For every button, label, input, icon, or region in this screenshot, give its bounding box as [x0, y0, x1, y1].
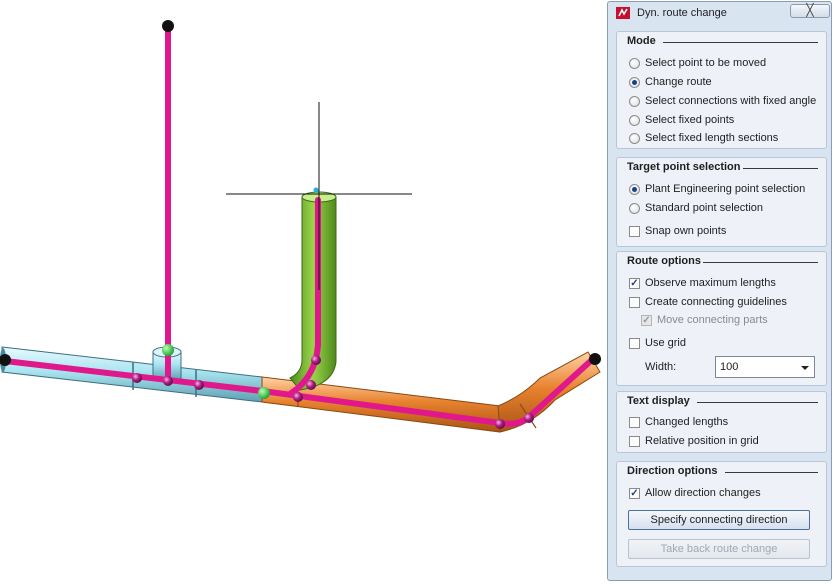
direction-options-title: Direction options: [627, 465, 718, 477]
radio-label: Plant Engineering point selection: [645, 183, 806, 195]
take-back-route-change-button: Take back route change: [628, 539, 810, 559]
mode-group: Mode Select point to be moved Change rou…: [616, 31, 827, 149]
radio-plant-engineering[interactable]: Plant Engineering point selection: [629, 181, 805, 197]
text-display-title: Text display: [627, 395, 690, 407]
width-row: Width: 100: [629, 356, 819, 378]
radio-fixed-length[interactable]: Select fixed length sections: [629, 130, 778, 146]
checkbox[interactable]: [629, 296, 640, 308]
checkbox[interactable]: ✓: [629, 277, 640, 289]
checkbox-relative-position[interactable]: Relative position in grid: [629, 433, 759, 449]
radio-label: Select fixed length sections: [645, 132, 779, 144]
pipe-route-drawing: [0, 20, 601, 433]
radio-fixed-angle[interactable]: Select connections with fixed angle: [629, 93, 816, 109]
checkbox: ✓: [641, 314, 652, 326]
checkbox-connecting-guidelines[interactable]: Create connecting guidelines: [629, 294, 787, 310]
radio-label: Standard point selection: [645, 202, 764, 214]
radio-label: Change route: [645, 76, 712, 88]
radio-label: Select connections with fixed angle: [645, 95, 817, 107]
dialog-title: Dyn. route change: [637, 7, 727, 19]
radio-label: Select fixed points: [645, 114, 735, 126]
dyn-route-change-dialog: Dyn. route change ╳ Mode Select point to…: [607, 1, 832, 581]
checkbox-changed-lengths[interactable]: Changed lengths: [629, 414, 728, 430]
specify-direction-button[interactable]: Specify connecting direction: [628, 510, 810, 530]
radio-button[interactable]: [629, 202, 640, 214]
width-value: 100: [720, 361, 739, 373]
radio-change-route[interactable]: Change route: [629, 74, 712, 90]
checkbox-label: Create connecting guidelines: [645, 296, 787, 308]
radio-select-point[interactable]: Select point to be moved: [629, 55, 766, 71]
route-options-title: Route options: [627, 255, 701, 267]
divider: [703, 262, 818, 263]
checkbox-move-connecting-parts: ✓ Move connecting parts: [641, 312, 768, 328]
divider: [743, 168, 818, 169]
checkbox-use-grid[interactable]: Use grid: [629, 335, 686, 351]
checkbox-label: Relative position in grid: [645, 435, 759, 447]
route-options-group: Route options ✓ Observe maximum lengths …: [616, 251, 827, 386]
mode-title: Mode: [627, 35, 656, 47]
divider: [697, 402, 818, 403]
checkbox[interactable]: [629, 225, 640, 237]
checkbox[interactable]: ✓: [629, 487, 640, 499]
checkbox[interactable]: [629, 435, 640, 447]
checkbox-label: Changed lengths: [645, 416, 729, 428]
checkbox[interactable]: [629, 337, 640, 349]
checkbox-allow-direction-changes[interactable]: ✓ Allow direction changes: [629, 485, 761, 501]
chevron-down-icon[interactable]: [801, 366, 809, 370]
text-display-group: Text display Changed lengths Relative po…: [616, 391, 827, 453]
crosshair-cursor: [226, 102, 412, 290]
radio-fixed-points[interactable]: Select fixed points: [629, 112, 734, 128]
app-logo-icon: [616, 7, 630, 19]
direction-options-group: Direction options ✓ Allow direction chan…: [616, 461, 827, 567]
checkbox[interactable]: [629, 416, 640, 428]
target-title: Target point selection: [627, 161, 741, 173]
close-icon: ╳: [806, 3, 814, 17]
radio-standard-point[interactable]: Standard point selection: [629, 200, 763, 216]
radio-button[interactable]: [629, 132, 640, 144]
radio-button[interactable]: [629, 114, 640, 126]
checkbox-label: Allow direction changes: [645, 487, 761, 499]
checkbox-label: Use grid: [645, 337, 686, 349]
radio-label: Select point to be moved: [645, 57, 767, 69]
viewport-3d[interactable]: [0, 0, 606, 583]
checkbox-observe-max-lengths[interactable]: ✓ Observe maximum lengths: [629, 275, 776, 291]
radio-button[interactable]: [629, 57, 640, 69]
checkbox-label: Observe maximum lengths: [645, 277, 776, 289]
divider: [725, 472, 818, 473]
width-dropdown[interactable]: 100: [715, 356, 815, 378]
radio-button[interactable]: [629, 95, 640, 107]
target-point-group: Target point selection Plant Engineering…: [616, 157, 827, 247]
dialog-titlebar[interactable]: Dyn. route change ╳: [608, 2, 831, 24]
cursor-snap-marker: [313, 187, 319, 193]
radio-button[interactable]: [629, 183, 640, 195]
close-button[interactable]: ╳: [790, 3, 830, 18]
divider: [663, 42, 818, 43]
radio-button[interactable]: [629, 76, 640, 88]
checkbox-snap-own-points[interactable]: Snap own points: [629, 223, 726, 239]
checkbox-label: Snap own points: [645, 225, 727, 237]
width-label: Width:: [645, 361, 677, 373]
checkbox-label: Move connecting parts: [657, 314, 768, 326]
